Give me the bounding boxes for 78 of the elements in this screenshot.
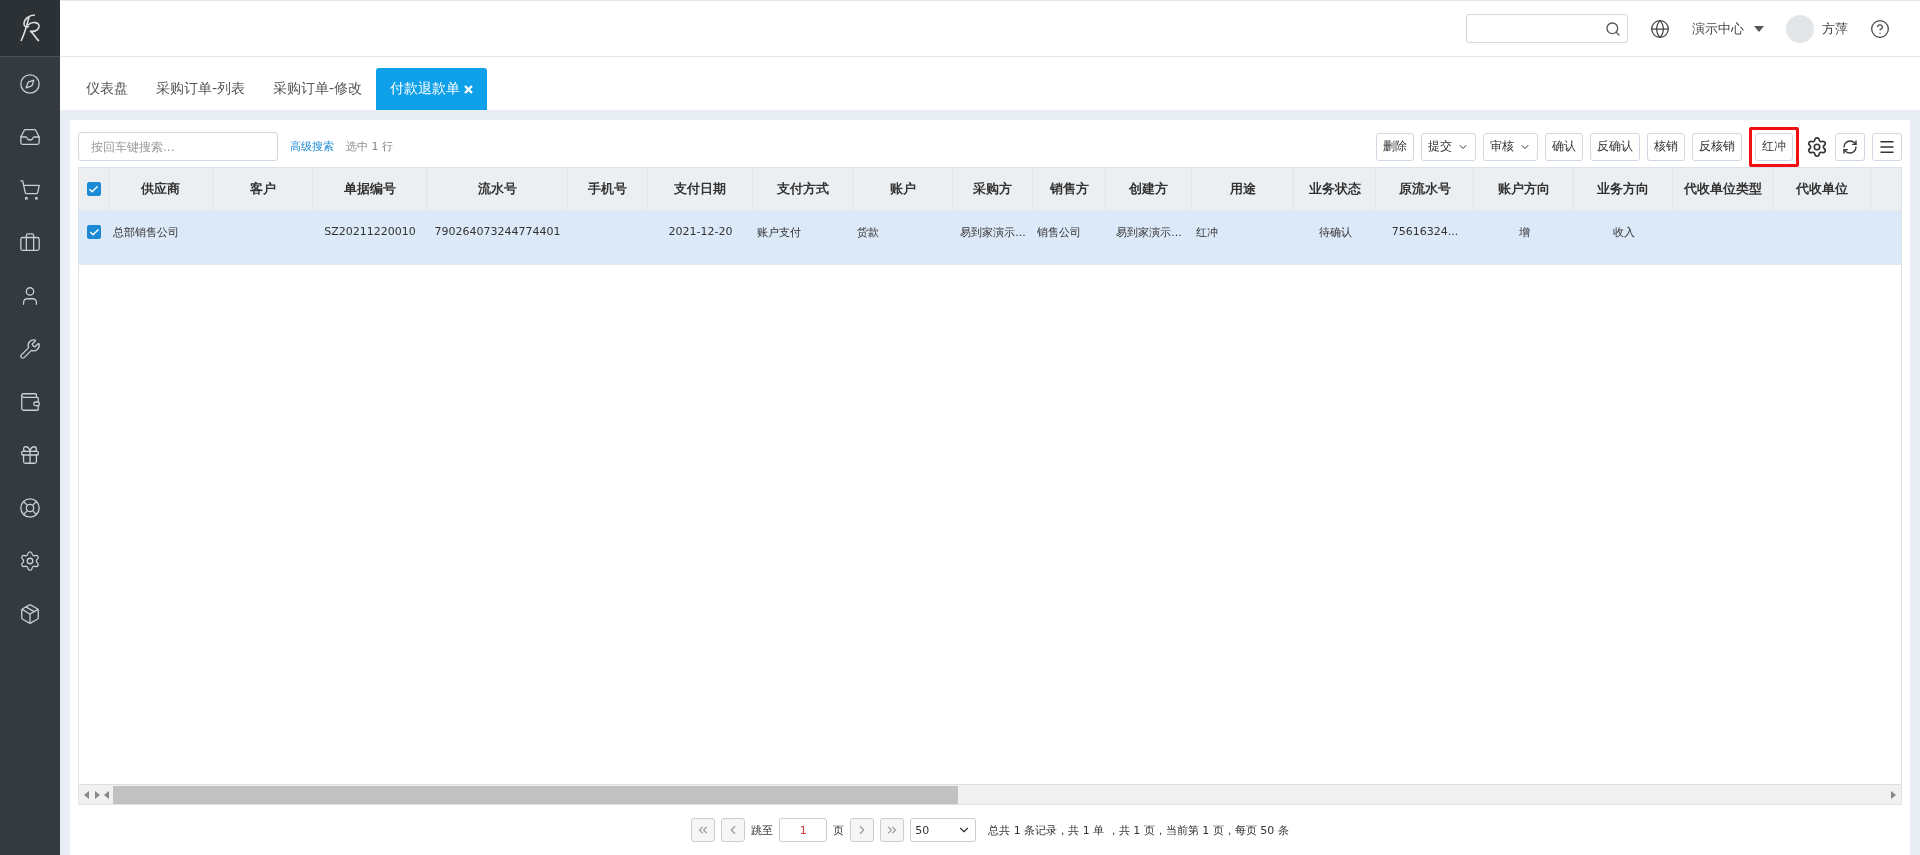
select-all-checkbox[interactable] xyxy=(86,182,101,196)
org-menu[interactable]: 演示中心 xyxy=(1692,19,1764,38)
table-cell-text: 红冲 xyxy=(1195,225,1219,241)
action-button[interactable]: 核销 xyxy=(1647,132,1685,161)
help-icon[interactable] xyxy=(1870,18,1890,39)
table-cell-text: 790264073244774401 xyxy=(433,224,562,240)
page-input[interactable]: 1 xyxy=(779,818,828,842)
selection-info: 选中 1 行 xyxy=(346,139,393,154)
column-header[interactable]: 业务状态 xyxy=(1294,168,1376,210)
column-header[interactable]: 创建方 xyxy=(1106,168,1192,210)
settings-icon[interactable] xyxy=(1806,135,1828,158)
action-button[interactable]: 反核销 xyxy=(1692,132,1742,161)
table-cell-text: 账户支付 xyxy=(756,225,802,241)
column-header[interactable]: 手机号 xyxy=(568,168,648,210)
briefcase-icon[interactable] xyxy=(19,231,41,254)
column-header[interactable]: 原流水号 xyxy=(1376,168,1474,210)
column-header[interactable]: 用途 xyxy=(1192,168,1294,210)
compass-icon[interactable] xyxy=(19,72,41,95)
gift-icon[interactable] xyxy=(19,443,41,466)
page-unit: 页 xyxy=(833,822,845,838)
column-header[interactable]: 单据编号 xyxy=(313,168,427,210)
column-header[interactable]: 代收单位 xyxy=(1773,168,1871,210)
globe-icon[interactable] xyxy=(1650,18,1670,39)
search-field[interactable]: 按回车键搜索... xyxy=(78,132,278,161)
tab[interactable]: 采购订单-列表 xyxy=(142,68,260,110)
scroll-right-icon[interactable] xyxy=(1889,790,1897,799)
column-header[interactable]: 客户 xyxy=(213,168,313,210)
horizontal-scrollbar[interactable] xyxy=(79,784,1901,804)
search-icon[interactable] xyxy=(1605,20,1621,37)
scroll-left-icon[interactable] xyxy=(83,790,91,799)
table-cell-text: 收入 xyxy=(1611,225,1636,241)
wrench-icon[interactable] xyxy=(19,337,41,360)
search-field[interactable] xyxy=(1466,14,1628,43)
row-checkbox[interactable] xyxy=(87,225,101,239)
table-cell-text: 易到家演示... xyxy=(959,225,1027,241)
table-cell-text: 总部销售公司 xyxy=(112,225,180,241)
column-header[interactable]: 销售方 xyxy=(1033,168,1106,210)
table-cell-text: 增 xyxy=(1517,225,1531,241)
tab[interactable]: 采购订单-修改 xyxy=(259,68,377,110)
table-cell-text: 2021-12-20 xyxy=(667,224,734,240)
user-name[interactable]: 方萍 xyxy=(1822,19,1848,38)
column-header[interactable]: 账户 xyxy=(853,168,953,210)
settings-icon[interactable] xyxy=(19,549,41,572)
column-header[interactable]: 代收单位类型 xyxy=(1673,168,1773,210)
table-cell-text: 销售公司 xyxy=(1036,225,1082,241)
column-header[interactable]: 业务方向 xyxy=(1574,168,1673,210)
box-icon[interactable] xyxy=(19,602,41,625)
wallet-icon[interactable] xyxy=(19,390,41,413)
cart-icon[interactable] xyxy=(19,178,41,201)
action-button[interactable]: 删除 xyxy=(1376,132,1414,161)
action-button[interactable]: 审核 xyxy=(1483,132,1538,161)
action-button[interactable]: 反确认 xyxy=(1590,132,1640,161)
table-cell-text: 待确认 xyxy=(1317,225,1353,241)
menu-button[interactable] xyxy=(1872,132,1902,161)
table-cell-text: 易到家演示... xyxy=(1115,225,1183,241)
column-header[interactable]: 采购方 xyxy=(953,168,1033,210)
action-button[interactable]: 确认 xyxy=(1545,132,1583,161)
refresh-button[interactable] xyxy=(1835,132,1865,161)
column-header[interactable]: 账户方向 xyxy=(1474,168,1574,210)
pagination-summary: 总共 1 条记录，共 1 单 ，共 1 页，当前第 1 页，每页 50 条 xyxy=(988,822,1289,838)
column-header[interactable]: 支付日期 xyxy=(648,168,753,210)
page-size-select[interactable]: 50 xyxy=(910,818,977,842)
close-icon[interactable] xyxy=(464,84,474,94)
tab[interactable]: 仪表盘 xyxy=(72,68,142,110)
column-header[interactable]: 支付方式 xyxy=(753,168,853,210)
jump-label: 跳至 xyxy=(751,822,774,838)
column-header[interactable]: 流水号 xyxy=(427,168,568,210)
action-button[interactable]: 提交 xyxy=(1421,132,1476,161)
action-button[interactable]: 红冲 xyxy=(1755,132,1793,161)
refresh-icon xyxy=(1842,138,1858,155)
table-cell-text: 75616324... xyxy=(1390,224,1460,240)
scroll-left-icon[interactable] xyxy=(103,790,111,799)
scroll-right-icon[interactable] xyxy=(93,790,101,799)
column-header[interactable]: 供应商 xyxy=(109,168,213,210)
table-cell-text: 货款 xyxy=(856,225,880,241)
table-cell-text: SZ20211220010 xyxy=(323,224,417,240)
lifebuoy-icon[interactable] xyxy=(19,496,41,519)
advanced-search-link[interactable]: 高级搜索 xyxy=(290,139,334,154)
